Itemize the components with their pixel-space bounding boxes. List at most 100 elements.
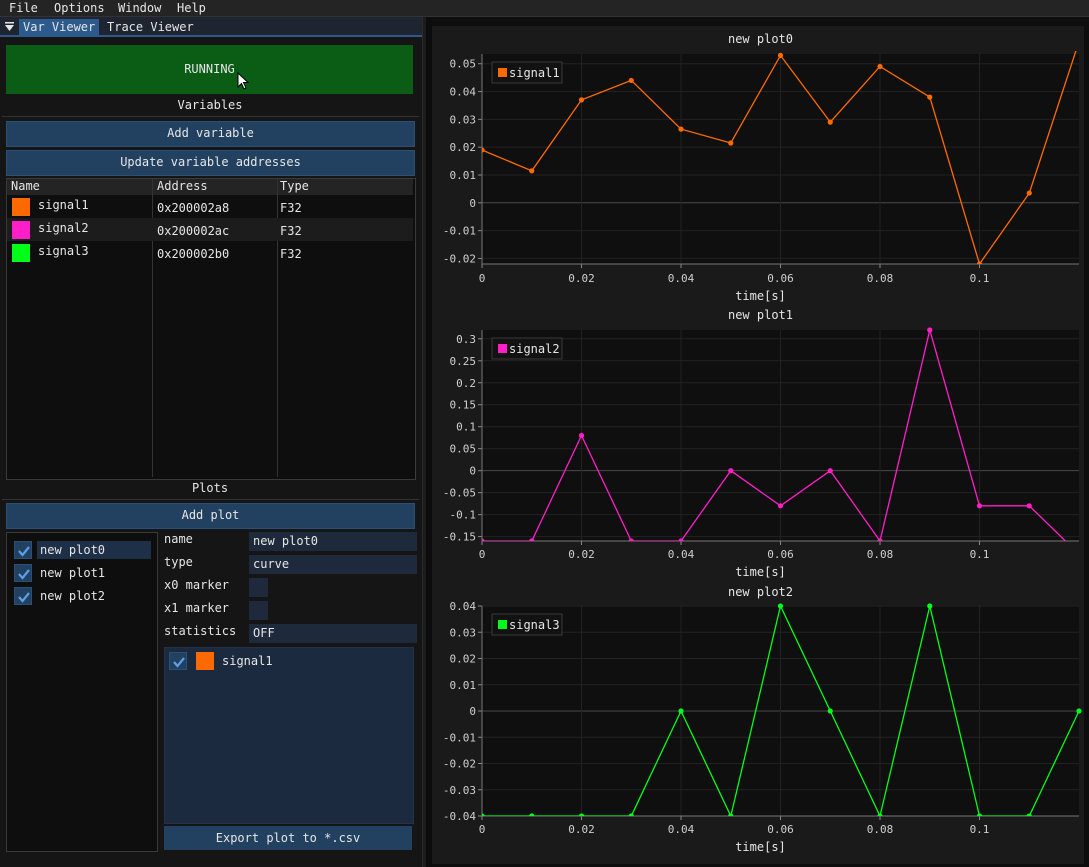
tab-trace-viewer[interactable]: Trace Viewer — [103, 19, 198, 36]
legend-label[interactable]: signal3 — [509, 618, 560, 632]
plot-new-plot2[interactable]: new plot2 0.04 0.03 0.02 0.01 0 -0.01 -0.02 -0.0… — [432, 584, 1084, 862]
x1-marker-label: x1 marker — [164, 601, 230, 615]
variable-address: 0x200002b0 — [157, 247, 230, 261]
x1-marker-checkbox[interactable] — [249, 601, 268, 620]
y-tick-label: 0.02 — [450, 141, 477, 154]
y-tick-label: 0.01 — [450, 679, 477, 692]
x-tick-label: 0 — [479, 548, 486, 561]
menu-window[interactable]: Window — [118, 1, 161, 15]
x-tick-label: 0.1 — [970, 548, 990, 561]
y-tick-label: -0.05 — [443, 487, 476, 500]
data-point — [728, 813, 734, 816]
x0-marker-checkbox[interactable] — [249, 578, 268, 597]
x-tick-label: 0.06 — [767, 272, 794, 285]
checkmark-icon — [18, 546, 30, 557]
menu-file[interactable]: File — [9, 1, 38, 15]
x-tick-label: 0.08 — [867, 272, 894, 285]
plots-list: new plot0 new plot1 new plot2 — [6, 532, 158, 852]
update-variable-addresses-button[interactable]: Update variable addresses — [6, 150, 415, 176]
add-variable-button[interactable]: Add variable — [6, 121, 415, 147]
plot-visible-checkbox[interactable] — [14, 541, 32, 559]
table-row[interactable]: signal2 0x200002ac F32 — [7, 218, 413, 241]
data-point — [1026, 813, 1032, 816]
legend-label[interactable]: signal2 — [509, 342, 560, 356]
legend: signal1 — [491, 61, 563, 84]
data-point — [529, 813, 535, 816]
variable-name: signal1 — [38, 198, 89, 212]
x-axis-label: time[s] — [735, 289, 786, 303]
plot-signals-list: signal1 — [164, 647, 414, 824]
table-row[interactable]: signal1 0x200002a8 F32 — [7, 195, 413, 218]
y-tick-label: 0.05 — [450, 443, 477, 456]
y-tick-label: 0.3 — [456, 333, 476, 346]
x-tick-label: 0.04 — [668, 272, 695, 285]
legend: signal3 — [491, 613, 563, 636]
y-tick-label: 0.04 — [450, 86, 477, 99]
plot-new-plot0[interactable]: new plot0 0.05 0.04 0.03 0.02 0.01 0 -0.01 -0.02… — [432, 26, 1084, 306]
data-point — [628, 813, 634, 816]
plot-item-label[interactable]: new plot0 — [37, 541, 151, 559]
legend-swatch[interactable] — [498, 68, 507, 77]
x-tick-label: 0.06 — [767, 548, 794, 561]
x-tick-label: 0 — [479, 823, 486, 836]
legend-swatch[interactable] — [498, 620, 507, 629]
variable-name: signal2 — [38, 221, 89, 235]
running-status-button[interactable]: RUNNING — [6, 45, 413, 94]
data-point — [1026, 190, 1032, 196]
signal-color-swatch[interactable] — [12, 221, 30, 239]
tab-var-viewer[interactable]: Var Viewer — [19, 19, 100, 36]
y-tick-label: 0 — [469, 197, 476, 210]
plot-item-label[interactable]: new plot2 — [40, 589, 105, 603]
y-tick-label: -0.1 — [450, 509, 477, 522]
data-point — [728, 140, 734, 146]
data-point — [678, 126, 684, 132]
plot-name-input[interactable]: new plot0 — [249, 532, 417, 551]
legend: signal2 — [491, 337, 563, 360]
variable-type: F32 — [280, 247, 302, 261]
column-header-address[interactable]: Address — [157, 179, 208, 193]
y-tick-label: 0.03 — [450, 113, 477, 126]
data-point — [927, 94, 933, 100]
plot-visible-checkbox[interactable] — [14, 587, 32, 605]
x-tick-label: 0.02 — [568, 272, 595, 285]
data-point — [827, 119, 833, 125]
plot-item-label[interactable]: new plot1 — [40, 566, 105, 580]
data-point — [678, 708, 684, 714]
column-header-name[interactable]: Name — [11, 179, 40, 193]
menu-options[interactable]: Options — [54, 1, 105, 15]
x-tick-label: 0.04 — [668, 823, 695, 836]
variable-address: 0x200002a8 — [157, 201, 230, 215]
x-tick-label: 0.08 — [867, 823, 894, 836]
y-tick-label: 0.02 — [450, 653, 477, 666]
signal-visible-checkbox[interactable] — [169, 652, 187, 670]
plot-title: new plot2 — [728, 585, 793, 599]
variable-address: 0x200002ac — [157, 224, 230, 238]
x-tick-label: 0.06 — [767, 823, 794, 836]
data-point — [827, 708, 833, 714]
y-tick-label: 0.1 — [456, 421, 476, 434]
collapse-triangle-icon[interactable] — [4, 22, 15, 33]
menu-bar: File Options Window Help — [0, 0, 1089, 17]
table-row[interactable]: signal3 0x200002b0 F32 — [7, 241, 413, 264]
export-plot-csv-button[interactable]: Export plot to *.csv — [164, 826, 412, 850]
x-tick-label: 0.02 — [568, 823, 595, 836]
plots-title: Plots — [191, 481, 229, 495]
x-axis-label: time[s] — [735, 565, 786, 579]
add-plot-button[interactable]: Add plot — [6, 503, 415, 529]
legend-swatch[interactable] — [498, 344, 507, 353]
plot-visible-checkbox[interactable] — [14, 564, 32, 582]
plot-new-plot1[interactable]: new plot1 0.3 0.25 0.2 0.15 0.1 0.05 0 -0.05 -0.1… — [432, 306, 1084, 584]
menu-help[interactable]: Help — [177, 1, 206, 15]
plot-type-select[interactable]: curve — [249, 555, 417, 574]
signal-color-swatch[interactable] — [12, 198, 30, 216]
legend-label[interactable]: signal1 — [509, 66, 560, 80]
x0-marker-label: x0 marker — [164, 578, 230, 592]
x-tick-label: 0.1 — [970, 823, 990, 836]
y-tick-label: 0.15 — [450, 399, 477, 412]
statistics-select[interactable]: OFF — [249, 624, 417, 643]
data-point — [877, 63, 883, 70]
column-header-type[interactable]: Type — [280, 179, 309, 193]
variables-title: Variables — [177, 98, 243, 112]
signal-color-swatch[interactable] — [12, 244, 30, 262]
signal-color-swatch[interactable] — [196, 652, 214, 670]
